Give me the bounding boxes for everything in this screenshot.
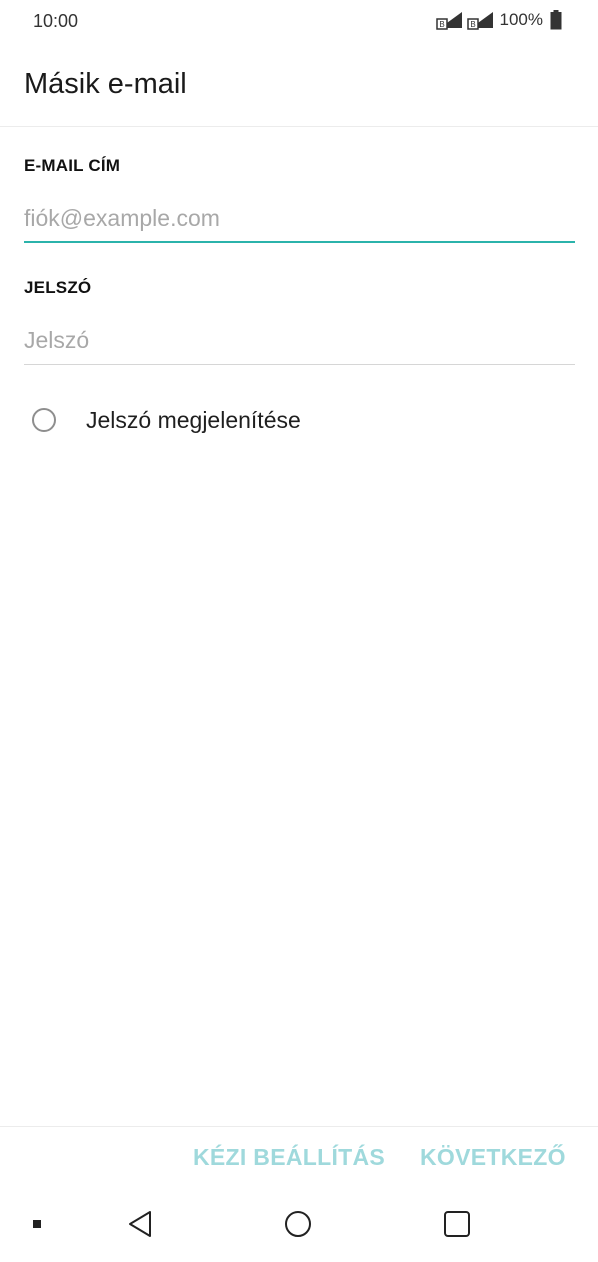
battery-icon [550, 10, 562, 30]
status-bar: 10:00 B B 100% [0, 0, 598, 46]
app-bar: Másik e-mail [0, 46, 598, 127]
navigation-bar [0, 1190, 598, 1262]
overview-button[interactable] [437, 1204, 477, 1244]
home-icon [285, 1211, 311, 1237]
status-icons: B B 100% [435, 10, 562, 30]
signal-sim1-badge: B [439, 20, 444, 29]
recents-dot-button[interactable] [17, 1204, 57, 1244]
page-title: Másik e-mail [24, 68, 187, 100]
show-password-checkbox[interactable] [32, 408, 56, 432]
recents-dot-icon [33, 1220, 41, 1228]
show-password-label: Jelszó megjelenítése [86, 406, 301, 433]
back-button[interactable] [120, 1204, 160, 1244]
signal-sim2-badge: B [470, 20, 475, 29]
email-field[interactable] [24, 196, 575, 240]
password-underline [24, 364, 575, 365]
home-button[interactable] [278, 1204, 318, 1244]
overview-icon [444, 1211, 470, 1237]
email-underline [24, 241, 575, 243]
signal-sim2-icon: B [466, 12, 493, 30]
next-button[interactable]: KÖVETKEZŐ [420, 1144, 566, 1171]
status-time: 10:00 [33, 11, 79, 31]
email-label: E-MAIL CÍM [24, 156, 121, 175]
show-password-toggle[interactable]: Jelszó megjelenítése [32, 400, 301, 440]
bottom-divider [0, 1126, 598, 1127]
signal-sim1-icon: B [435, 12, 462, 30]
password-field[interactable] [24, 318, 575, 362]
back-icon [129, 1211, 151, 1237]
password-label: JELSZÓ [24, 278, 92, 297]
battery-percentage: 100% [499, 10, 543, 29]
manual-setup-button[interactable]: KÉZI BEÁLLÍTÁS [193, 1144, 385, 1171]
